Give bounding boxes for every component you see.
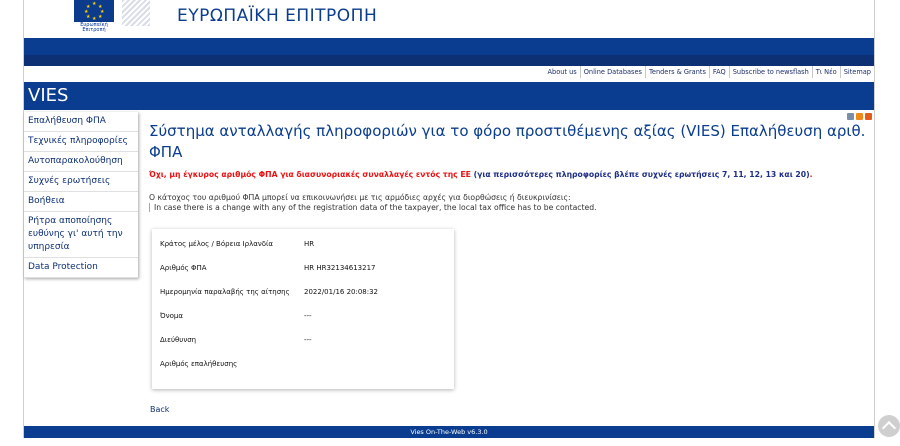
print-icon[interactable] <box>847 113 854 120</box>
footer: Vies On-The-Web v6.3.0 <box>24 426 874 438</box>
validation-result: Όχι, μη έγκυρος αριθμός ΦΠΑ για διασυνορ… <box>149 170 813 179</box>
nav-whats-new[interactable]: Τι Νέο <box>811 66 840 78</box>
detail-value: 2022/01/16 20:08:32 <box>304 288 379 296</box>
scroll-to-top-button[interactable] <box>878 415 900 437</box>
nav-faq[interactable]: FAQ <box>708 66 729 78</box>
detail-value: HR <box>304 240 315 248</box>
nav-tenders-grants[interactable]: Tenders & Grants <box>644 66 709 78</box>
detail-value: --- <box>304 312 312 320</box>
detail-label: Κράτος μέλος / Βόρεια Ιρλανδία <box>160 240 274 248</box>
nav-online-databases[interactable]: Online Databases <box>579 66 645 78</box>
logo-text: Ευρωπαϊκή Επιτροπή <box>80 22 108 33</box>
version-text: Vies On-The-Web v6.3.0 <box>410 428 488 436</box>
sidebar: Επαλήθευση ΦΠΑ Τεχνικές πληροφορίες Αυτο… <box>24 112 138 278</box>
sidebar-item-vat-validation[interactable]: Επαλήθευση ΦΠΑ <box>24 112 138 132</box>
back-link[interactable]: Back <box>150 405 169 414</box>
nav-about-us[interactable]: About us <box>545 66 580 78</box>
invalid-message: Όχι, μη έγκυρος αριθμός ΦΠΑ για διασυνορ… <box>149 170 471 179</box>
rss-icon[interactable] <box>856 113 863 120</box>
pdf-icon[interactable] <box>865 113 872 120</box>
site-title: ΕΥΡΩΠΑΪΚΗ ΕΠΙΤΡΟΠΗ <box>177 6 378 26</box>
faq-reference-link[interactable]: (για περισσότερες πληροφορίες βλέπε συχν… <box>474 170 810 179</box>
header-band <box>24 38 874 55</box>
sidebar-item-self-monitoring[interactable]: Αυτοπαρακολούθηση <box>24 152 138 172</box>
app-title-bar <box>24 82 874 110</box>
detail-label: Όνομα <box>160 312 183 320</box>
detail-label: Ημερομηνία παραλαβής της αίτησης <box>160 288 290 296</box>
sidebar-item-help[interactable]: Βοήθεια <box>24 192 138 212</box>
top-navigation: About us Online Databases Tenders & Gran… <box>545 66 875 78</box>
nav-sitemap[interactable]: Sitemap <box>839 66 874 78</box>
contact-note: Ο κάτοχος του αριθμού ΦΠΑ μπορεί να επικ… <box>149 193 571 202</box>
detail-value: HR HR32134613217 <box>304 264 376 272</box>
page-frame: ★ ★ ★ ★ ★ ★ ★ ★ Ευρωπαϊκή Επιτροπή ΕΥΡΩΠ… <box>23 0 875 438</box>
detail-value: --- <box>304 336 312 344</box>
detail-label: Διεύθυνση <box>160 336 197 344</box>
site-header: ★ ★ ★ ★ ★ ★ ★ ★ Ευρωπαϊκή Επιτροπή ΕΥΡΩΠ… <box>24 0 874 38</box>
breadcrumb-bar: Ευρωπαϊκή Επιτροπή > Φορολογία και Τελων… <box>24 55 874 119</box>
app-title: VIES <box>28 85 69 106</box>
page-title: Σύστημα ανταλλαγής πληροφοριών για το φό… <box>149 122 866 161</box>
sidebar-item-technical-info[interactable]: Τεχνικές πληροφορίες <box>24 132 138 152</box>
vat-details-card: Κράτος μέλος / Βόρεια Ιρλανδία HR Αριθμό… <box>152 229 454 389</box>
detail-label: Αριθμός ΦΠΑ <box>160 264 207 272</box>
contact-note-english: In case there is a change with any of th… <box>149 203 597 212</box>
eu-logo[interactable]: ★ ★ ★ ★ ★ ★ ★ ★ Ευρωπαϊκή Επιτροπή <box>70 0 118 34</box>
nav-subscribe[interactable]: Subscribe to newsflash <box>728 66 812 78</box>
sidebar-item-faq[interactable]: Συχνές ερωτήσεις <box>24 172 138 192</box>
decorative-stripes <box>122 0 150 26</box>
warning-end: . <box>809 170 813 179</box>
detail-label: Αριθμός επαλήθευσης <box>160 360 238 368</box>
eu-flag-icon: ★ ★ ★ ★ ★ ★ ★ ★ <box>74 0 114 22</box>
sidebar-item-disclaimer[interactable]: Ρήτρα αποποίησης ευθύνης γι' αυτή την υπ… <box>24 212 138 258</box>
sidebar-item-data-protection[interactable]: Data Protection <box>24 258 138 278</box>
page-tools <box>847 113 872 120</box>
